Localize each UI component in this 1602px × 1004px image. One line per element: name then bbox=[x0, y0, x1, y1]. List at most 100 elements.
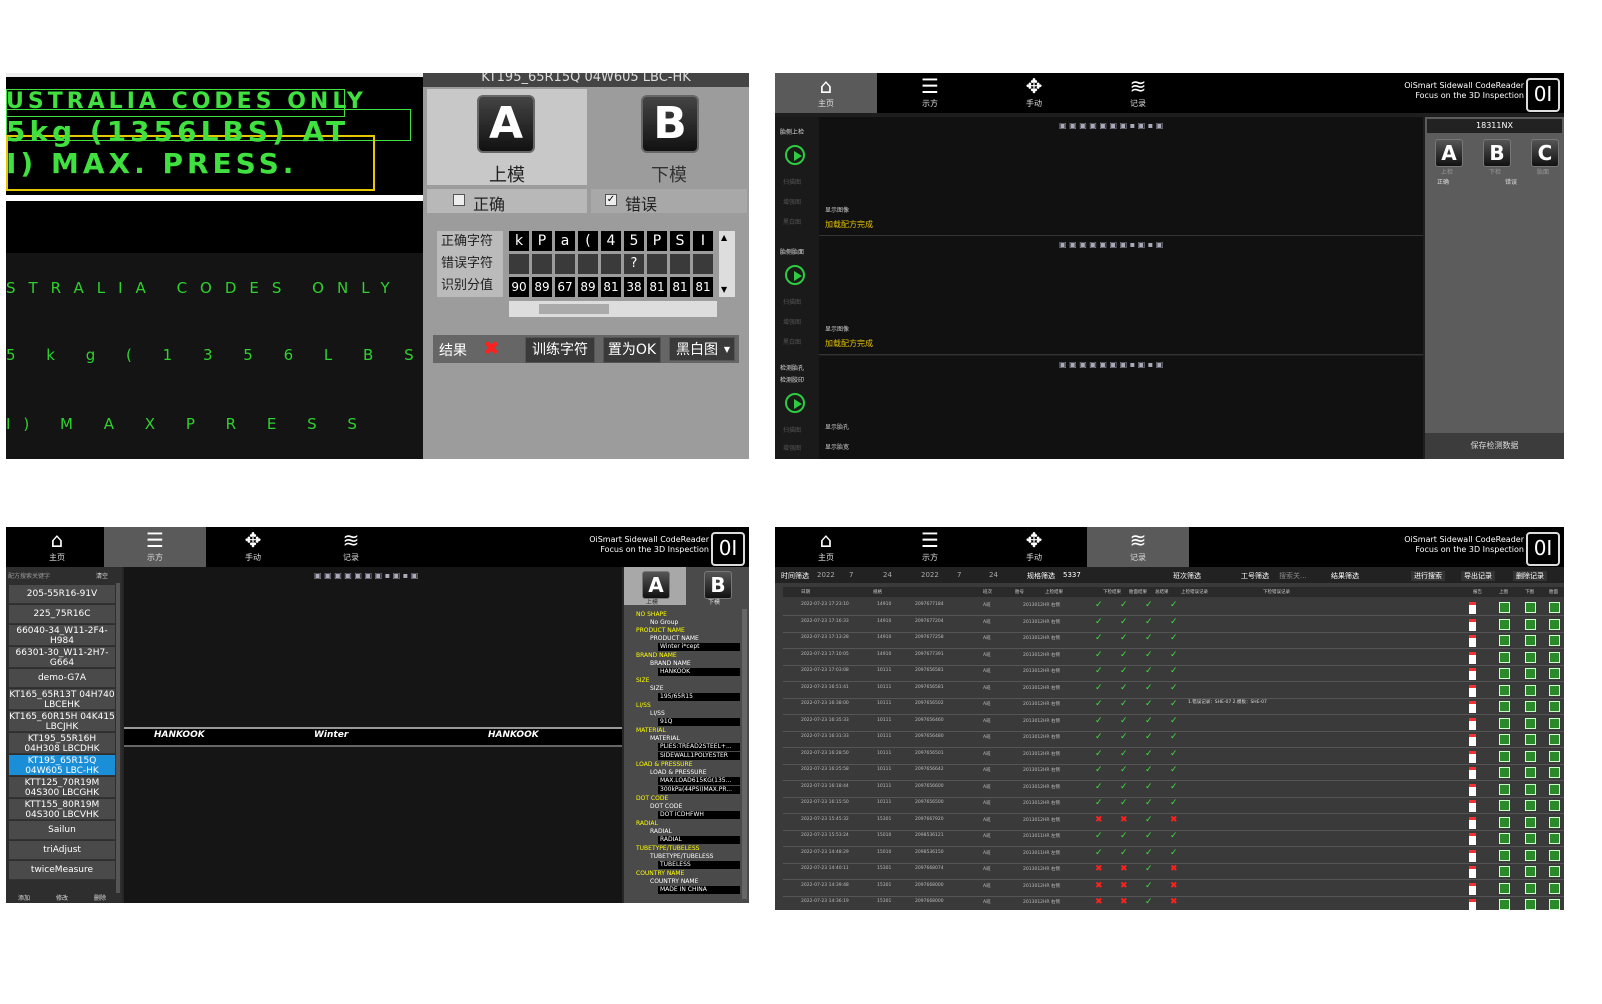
image-file-icon[interactable] bbox=[1525, 684, 1536, 696]
key-b-icon[interactable]: B bbox=[1483, 139, 1511, 167]
image-file-icon[interactable] bbox=[1525, 800, 1536, 811]
scan-image-label-1[interactable]: 扫描图 bbox=[783, 177, 801, 186]
char-grid[interactable]: k 90 P 89 a 67 (89 4 81 5? 38 P 81 S 81 I 81 bbox=[509, 231, 717, 301]
image-file-icon[interactable] bbox=[1525, 833, 1536, 844]
tree-group-node[interactable]: COUNTRY NAME bbox=[636, 870, 684, 877]
tree-value-node[interactable]: MAX.LOAD615KG(135... bbox=[658, 777, 740, 785]
image-file-icon[interactable] bbox=[1525, 767, 1536, 778]
spec-input[interactable]: 5337 bbox=[1063, 571, 1081, 579]
worker-filter-check[interactable]: 工号筛选 bbox=[1241, 571, 1269, 581]
wrong-char-cell[interactable] bbox=[601, 254, 621, 274]
image-file-icon[interactable] bbox=[1525, 701, 1536, 712]
table-row[interactable]: 2022-07-23 17:10:05 14910 2097677391 A班 2013… bbox=[783, 649, 1564, 666]
image-file-icon[interactable] bbox=[1499, 651, 1510, 663]
image-file-icon[interactable] bbox=[1525, 734, 1536, 745]
worker-input[interactable]: 搜索关... bbox=[1279, 571, 1307, 581]
tree-group-node[interactable]: DOT CODE bbox=[636, 795, 668, 802]
tree-item-node[interactable]: LI/SS bbox=[650, 710, 665, 717]
nav-record[interactable]: ≋ 记录 bbox=[300, 527, 402, 567]
table-row[interactable]: 2022-07-23 17:16:33 14910 2097677204 A班 2013… bbox=[783, 616, 1564, 633]
right-correct-check[interactable]: 正确 bbox=[1437, 177, 1449, 186]
correct-checkbox[interactable]: 正确 bbox=[427, 189, 587, 214]
clear-search-button[interactable]: 清空 bbox=[96, 571, 108, 580]
image-file-icon[interactable] bbox=[1499, 816, 1510, 828]
save-data-button[interactable]: 保存检测数据 bbox=[1425, 433, 1564, 459]
recipe-list-item[interactable]: 205-55R16-91V bbox=[9, 585, 115, 604]
image-file-icon[interactable] bbox=[1549, 618, 1560, 630]
image-file-icon[interactable] bbox=[1525, 882, 1536, 894]
check-stamp-label[interactable]: 检测胶印 bbox=[780, 375, 804, 384]
correct-char-cell[interactable]: ( bbox=[578, 231, 598, 251]
image-file-icon[interactable] bbox=[1549, 635, 1560, 646]
image-file-icon[interactable] bbox=[1549, 668, 1560, 679]
wrong-checkbox[interactable]: ✓ 错误 bbox=[591, 189, 747, 214]
wrong-char-cell[interactable] bbox=[509, 254, 529, 274]
nav-teach[interactable]: ☰ 示方 bbox=[879, 73, 981, 113]
nav-teach[interactable]: ☰ 示方 bbox=[104, 527, 206, 567]
table-row[interactable]: 2022-07-23 17:03:08 10111 2097656581 A班 2013… bbox=[783, 665, 1564, 682]
lower-mold-button[interactable]: B 下模 bbox=[591, 89, 747, 186]
tree-value-node[interactable]: PLIES:TREAD2STEEL+... bbox=[658, 743, 740, 751]
image-file-icon[interactable] bbox=[1525, 816, 1536, 828]
search-button[interactable]: 进行搜索 bbox=[1411, 571, 1445, 581]
train-chars-button[interactable]: 训练字符 bbox=[525, 337, 595, 363]
recipe-search-input[interactable]: 配方搜索关键字 bbox=[8, 571, 50, 580]
image-file-icon[interactable] bbox=[1499, 767, 1510, 778]
scan-image-label-2[interactable]: 扫描图 bbox=[783, 297, 801, 306]
bw-image-label-2[interactable]: 黑白图 bbox=[783, 337, 801, 346]
enhance-image-label-3[interactable]: 增强图 bbox=[783, 443, 801, 452]
recipe-list-item[interactable]: 66301-30_W11-2H7-G664 bbox=[9, 647, 115, 668]
table-row[interactable]: 2022-07-23 16:51:41 10111 2097656581 A班 2013… bbox=[783, 682, 1564, 699]
recipe-list-item[interactable]: demo-G7A bbox=[9, 669, 115, 688]
recipe-list-item[interactable]: Sailun bbox=[9, 821, 115, 840]
table-row[interactable]: 2022-07-23 15:53:24 15010 2098536121 A班 2013… bbox=[783, 830, 1564, 847]
correct-char-cell[interactable]: 5 bbox=[624, 231, 644, 251]
scroll-down-icon[interactable]: ▼ bbox=[721, 285, 727, 294]
table-row[interactable]: 2022-07-23 16:28:50 10111 2097656501 A班 2013… bbox=[783, 748, 1564, 765]
image-file-icon[interactable] bbox=[1499, 717, 1510, 729]
tree-value-node[interactable]: Winter i*cept bbox=[658, 643, 740, 651]
recipe-list-item[interactable]: KT165_65R13T 04H740 LBCEHK bbox=[9, 689, 115, 710]
pdf-report-icon[interactable] bbox=[1469, 668, 1476, 680]
image-file-icon[interactable] bbox=[1499, 800, 1510, 811]
table-row[interactable]: 2022-07-23 17:13:28 14910 2097677258 A班 2013… bbox=[783, 632, 1564, 649]
correct-char-cell[interactable]: a bbox=[555, 231, 575, 251]
recipe-list-item[interactable]: twiceMeasure bbox=[9, 861, 115, 880]
image-file-icon[interactable] bbox=[1525, 717, 1536, 729]
pdf-report-icon[interactable] bbox=[1469, 767, 1476, 779]
image-file-icon[interactable] bbox=[1499, 684, 1510, 696]
edit-recipe-button[interactable]: 修改 bbox=[56, 893, 68, 902]
image-file-icon[interactable] bbox=[1499, 750, 1510, 762]
image-file-icon[interactable] bbox=[1549, 602, 1560, 613]
image-file-icon[interactable] bbox=[1549, 800, 1560, 811]
pdf-report-icon[interactable] bbox=[1469, 800, 1476, 812]
nav-manual[interactable]: ✥ 手动 bbox=[202, 527, 304, 567]
image-file-icon[interactable] bbox=[1525, 866, 1536, 877]
image-file-icon[interactable] bbox=[1525, 750, 1536, 762]
recipe-list-item[interactable]: KT165_60R15H 04K415 LBCJHK bbox=[9, 711, 115, 732]
tree-value-node[interactable]: RADIAL bbox=[658, 836, 740, 844]
wrong-char-cell[interactable] bbox=[647, 254, 667, 274]
pdf-report-icon[interactable] bbox=[1469, 602, 1476, 614]
tree-item-node[interactable]: PRODUCT NAME bbox=[650, 635, 699, 642]
table-row[interactable]: 2022-07-23 16:18:44 10111 2097656600 A班 2013… bbox=[783, 781, 1564, 798]
correct-char-cell[interactable]: k bbox=[509, 231, 529, 251]
pdf-report-icon[interactable] bbox=[1469, 750, 1476, 763]
image-file-icon[interactable] bbox=[1549, 899, 1560, 910]
table-row[interactable]: 2022-07-23 14:48:29 15010 2098536150 A班 2013… bbox=[783, 847, 1564, 864]
image-file-icon[interactable] bbox=[1549, 701, 1560, 712]
nav-teach[interactable]: ☰ 示方 bbox=[879, 527, 981, 567]
image-file-icon[interactable] bbox=[1549, 734, 1560, 745]
tree-group-node[interactable]: MATERIAL bbox=[636, 727, 666, 734]
image-file-icon[interactable] bbox=[1499, 882, 1510, 894]
pdf-report-icon[interactable] bbox=[1469, 618, 1476, 631]
tree-group-node[interactable]: PRODUCT NAME bbox=[636, 627, 685, 634]
image-file-icon[interactable] bbox=[1549, 866, 1560, 877]
date-to-year[interactable]: 2022 bbox=[921, 571, 939, 579]
tree-group-node[interactable]: LI/SS bbox=[636, 702, 651, 709]
recipe-list-item[interactable]: KTT125_70R19M 04S300 LBCGHK bbox=[9, 777, 115, 798]
image-file-icon[interactable] bbox=[1525, 783, 1536, 795]
toolbar-icons[interactable]: ▣ ▣ ▣ ▣ ▣ ▣ ▣ ▪ ▣ ▪ ▣ bbox=[1059, 360, 1163, 369]
image-file-icon[interactable] bbox=[1499, 635, 1510, 646]
image-file-icon[interactable] bbox=[1525, 849, 1536, 861]
